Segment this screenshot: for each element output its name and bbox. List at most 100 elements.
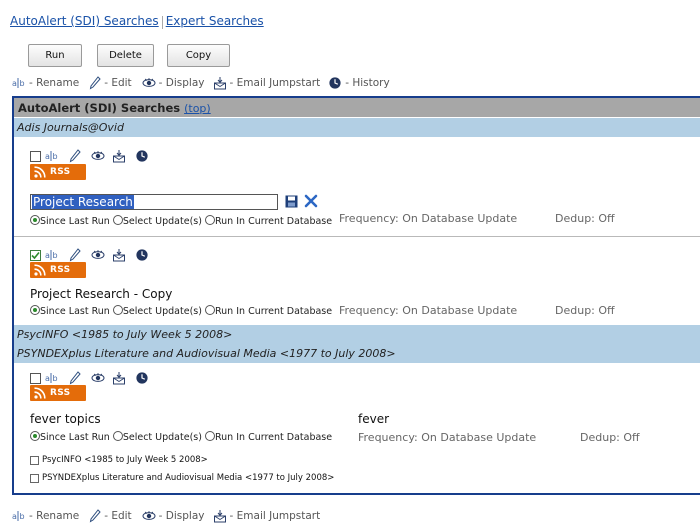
rss-button[interactable]: RSS <box>30 164 86 180</box>
radio-run-current-db[interactable] <box>204 431 215 441</box>
pencil-icon <box>89 509 101 523</box>
rss-icon <box>33 263 47 277</box>
eye-icon <box>142 77 156 89</box>
nav-separator <box>161 15 163 29</box>
search-actions-row <box>30 371 149 385</box>
run-options: Since Last Run Select Update(s) Run In C… <box>30 431 332 443</box>
option-label: Since Last Run <box>40 306 110 317</box>
email-jumpstart-icon[interactable] <box>112 371 126 385</box>
rss-icon <box>33 386 47 400</box>
legend-email: - Email Jumpstart <box>229 510 321 522</box>
top-link[interactable]: (top) <box>184 102 211 115</box>
tab-autoalert-searches[interactable]: AutoAlert (SDI) Searches <box>10 14 159 28</box>
rss-label: RSS <box>50 388 71 398</box>
frequency-text: Frequency: On Database Update <box>339 212 518 225</box>
run-button[interactable]: Run <box>28 44 82 67</box>
radio-select-updates[interactable] <box>112 215 123 225</box>
rename-icon[interactable] <box>45 249 59 261</box>
option-label: Select Update(s) <box>122 432 202 443</box>
database-checkbox[interactable] <box>30 473 39 483</box>
legend-email: - Email Jumpstart <box>229 77 321 89</box>
row-divider <box>14 236 700 237</box>
database-bar: PsycINFO <1985 to July Week 5 2008> PSYN… <box>14 325 700 363</box>
option-label: Select Update(s) <box>122 216 202 227</box>
radio-since-last-run[interactable] <box>30 431 40 441</box>
copy-button[interactable]: Copy <box>167 44 230 67</box>
icon-legend-bottom: - Rename - Edit - Display - Email Jumpst… <box>12 509 320 523</box>
legend-display: - Display <box>158 77 205 89</box>
radio-since-last-run[interactable] <box>30 215 40 225</box>
rename-search-input[interactable]: Project Research <box>30 194 278 210</box>
search-actions-row <box>30 248 149 262</box>
database-name: Adis Journals@Ovid <box>17 121 124 134</box>
history-clock-icon[interactable] <box>135 371 149 385</box>
rss-label: RSS <box>50 265 71 275</box>
radio-run-current-db[interactable] <box>204 215 215 225</box>
database-name: PSYNDEXplus Literature and Audiovisual M… <box>17 347 396 360</box>
run-options: Since Last Run Select Update(s) Run In C… <box>30 215 332 227</box>
email-jumpstart-icon <box>213 76 227 90</box>
search-select-checkbox[interactable] <box>30 372 41 384</box>
radio-since-last-run[interactable] <box>30 305 40 315</box>
delete-button[interactable]: Delete <box>97 44 154 67</box>
legend-edit: - Edit <box>104 510 132 522</box>
legend-display: - Display <box>158 510 205 522</box>
rss-button[interactable]: RSS <box>30 385 86 401</box>
rename-icon[interactable] <box>45 372 59 384</box>
option-label: Run In Current Database <box>214 306 333 317</box>
pencil-icon <box>89 76 101 90</box>
dedup-text: Dedup: Off <box>555 212 615 225</box>
history-clock-icon <box>328 76 342 90</box>
legend-rename: - Rename <box>29 510 80 522</box>
icon-legend-top: - Rename - Edit - Display - Email Jumpst… <box>12 76 390 90</box>
dedup-text: Dedup: Off <box>580 431 640 444</box>
section-header: AutoAlert (SDI) Searches (top) <box>14 98 700 117</box>
dedup-text: Dedup: Off <box>555 304 615 317</box>
email-jumpstart-icon <box>213 509 227 523</box>
database-checkbox-label: PsycINFO <1985 to July Week 5 2008> <box>42 455 208 465</box>
eye-icon[interactable] <box>91 372 105 384</box>
run-options: Since Last Run Select Update(s) Run In C… <box>30 305 332 317</box>
database-bar: Adis Journals@Ovid <box>14 118 700 137</box>
search-name[interactable]: Project Research - Copy <box>30 287 172 301</box>
rss-button[interactable]: RSS <box>30 262 86 278</box>
legend-edit: - Edit <box>104 77 132 89</box>
search-select-checkbox[interactable] <box>30 249 41 261</box>
radio-select-updates[interactable] <box>112 431 123 441</box>
email-jumpstart-icon[interactable] <box>112 149 126 163</box>
pencil-icon[interactable] <box>69 248 81 262</box>
frequency-text: Frequency: On Database Update <box>339 304 518 317</box>
search-query: fever <box>358 412 390 426</box>
option-label: Since Last Run <box>40 432 110 443</box>
rename-icon <box>12 510 26 522</box>
database-checkbox-label: PSYNDEXplus Literature and Audiovisual M… <box>42 473 335 483</box>
history-clock-icon[interactable] <box>135 248 149 262</box>
eye-icon[interactable] <box>91 249 105 261</box>
legend-rename: - Rename <box>29 77 80 89</box>
pencil-icon[interactable] <box>69 149 81 163</box>
search-select-checkbox[interactable] <box>30 150 41 162</box>
search-name[interactable]: fever topics <box>30 412 101 426</box>
frequency-text: Frequency: On Database Update <box>358 431 537 444</box>
radio-select-updates[interactable] <box>112 305 123 315</box>
eye-icon[interactable] <box>91 150 105 162</box>
rename-icon <box>12 77 26 89</box>
database-checkbox[interactable] <box>30 455 39 465</box>
email-jumpstart-icon[interactable] <box>112 248 126 262</box>
search-actions-row <box>30 149 149 163</box>
save-disk-icon[interactable] <box>285 195 298 208</box>
tab-expert-searches[interactable]: Expert Searches <box>166 14 264 28</box>
rss-label: RSS <box>50 167 71 177</box>
rss-icon <box>33 165 47 179</box>
legend-history: - History <box>345 77 390 89</box>
database-name: PsycINFO <1985 to July Week 5 2008> <box>17 328 233 341</box>
pencil-icon[interactable] <box>69 371 81 385</box>
history-clock-icon[interactable] <box>135 149 149 163</box>
rename-input-value: Project Research <box>32 195 134 209</box>
top-nav: AutoAlert (SDI) Searches Expert Searches <box>10 14 264 29</box>
rename-icon[interactable] <box>45 150 59 162</box>
close-icon[interactable] <box>304 194 318 208</box>
radio-run-current-db[interactable] <box>204 305 215 315</box>
option-label: Select Update(s) <box>122 306 202 317</box>
option-label: Run In Current Database <box>214 216 333 227</box>
